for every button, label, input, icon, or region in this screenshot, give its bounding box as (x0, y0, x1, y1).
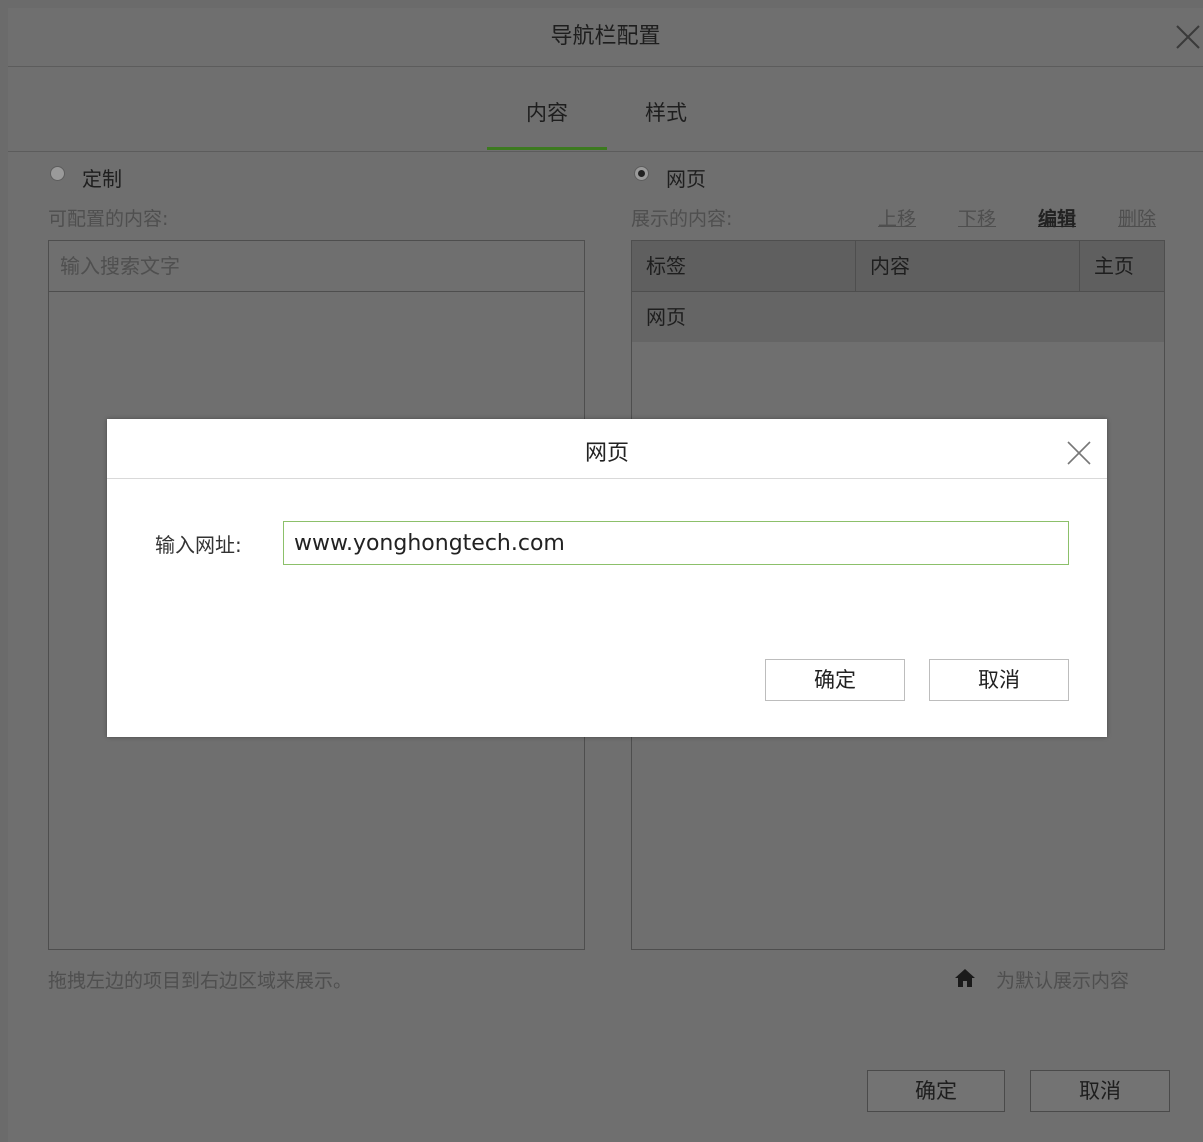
row-label: 网页 (646, 305, 686, 329)
displayed-content-label: 展示的内容: (631, 208, 733, 230)
close-icon[interactable] (1173, 22, 1203, 52)
modal-cancel-button[interactable]: 取消 (929, 659, 1069, 701)
modal-title: 网页 (107, 419, 1107, 479)
cancel-button[interactable]: 取消 (1030, 1070, 1170, 1112)
row-home (1080, 292, 1164, 342)
column-content: 内容 (856, 241, 1080, 291)
webpage-radio-label: 网页 (666, 167, 706, 191)
dialog-title: 导航栏配置 (8, 8, 1203, 67)
tab-bar: 内容 样式 (8, 67, 1203, 152)
home-icon (955, 969, 975, 987)
url-input[interactable] (283, 521, 1069, 565)
webpage-radio[interactable] (634, 166, 649, 181)
url-label: 输入网址: (155, 533, 242, 557)
modal-ok-button[interactable]: 确定 (765, 659, 905, 701)
column-home: 主页 (1094, 254, 1134, 278)
search-input[interactable]: 输入搜索文字 (49, 241, 584, 292)
configurable-content-label: 可配置的内容: (48, 208, 169, 230)
webpage-modal: 网页 输入网址: 确定 取消 (107, 419, 1107, 737)
custom-radio-label: 定制 (82, 167, 122, 191)
active-tab-indicator (487, 147, 607, 150)
home-hint: 为默认展示内容 (996, 970, 1130, 992)
move-down-link[interactable]: 下移 (958, 204, 996, 231)
table-row[interactable]: 网页 (632, 292, 1164, 342)
ok-button[interactable]: 确定 (867, 1070, 1005, 1112)
close-icon[interactable] (1065, 439, 1093, 467)
table-header: 标签 内容 主页 (632, 241, 1164, 292)
custom-radio[interactable] (50, 166, 65, 181)
column-label: 标签 (632, 241, 856, 291)
move-up-link[interactable]: 上移 (878, 204, 916, 231)
tab-content[interactable]: 内容 (487, 97, 607, 127)
delete-link[interactable]: 删除 (1118, 204, 1156, 231)
edit-link[interactable]: 编辑 (1038, 204, 1076, 231)
tab-style[interactable]: 样式 (606, 97, 726, 127)
row-content (856, 292, 1080, 342)
drag-hint: 拖拽左边的项目到右边区域来展示。 (48, 970, 353, 992)
